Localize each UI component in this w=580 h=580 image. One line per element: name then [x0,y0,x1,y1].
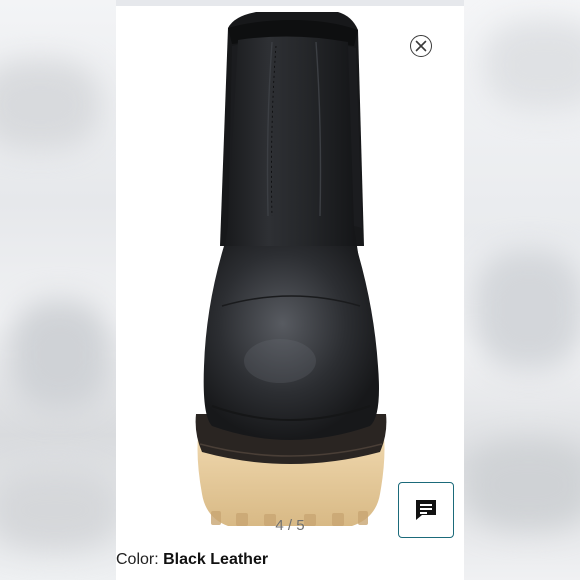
left-blurred-backdrop [0,0,116,580]
image-counter: 4 / 5 [275,517,305,534]
close-button[interactable] [410,35,432,57]
product-image-viewer: 4 / 5 Color: Black Leather [116,0,464,580]
color-info: Color: Black Leather [116,551,268,569]
product-photo[interactable] [116,6,464,542]
chat-icon [416,500,436,520]
color-label: Color: [116,551,164,568]
close-icon [415,40,427,52]
color-value: Black Leather [163,551,269,568]
right-blurred-backdrop [464,0,580,580]
chat-button[interactable] [398,482,454,538]
